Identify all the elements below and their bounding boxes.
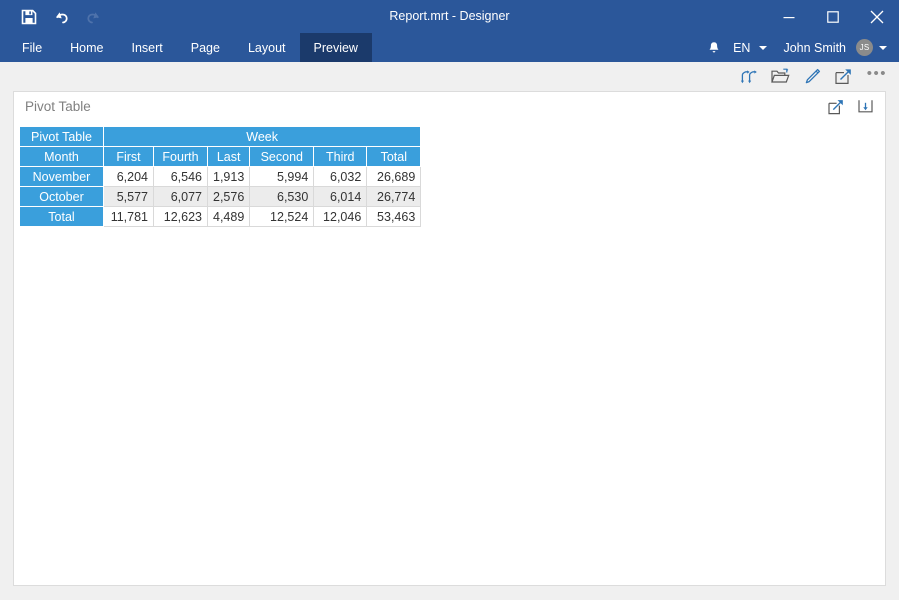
cell-total-first: 11,781	[104, 207, 154, 227]
redo-icon[interactable]	[82, 6, 104, 28]
column-header-fourth: Fourth	[154, 147, 208, 167]
save-icon[interactable]	[18, 6, 40, 28]
language-selector[interactable]: EN	[729, 41, 753, 55]
refresh-icon[interactable]	[739, 67, 758, 86]
tab-preview[interactable]: Preview	[300, 33, 372, 62]
designer-window: Report.mrt - Designer File Home	[0, 0, 899, 600]
column-header-total: Total	[367, 147, 421, 167]
cell-total-total: 53,463	[367, 207, 421, 227]
bell-icon[interactable]	[703, 37, 725, 59]
preview-toolbar: •••	[0, 62, 899, 91]
pivot-row-header-label: Month	[20, 147, 104, 167]
avatar[interactable]: JS	[856, 39, 873, 56]
table-row-corner: Pivot Table Week	[20, 127, 421, 147]
cell-november-first: 6,204	[104, 167, 154, 187]
table-row: October 5,577 6,077 2,576 6,530 6,014 26…	[20, 187, 421, 207]
tab-page[interactable]: Page	[177, 33, 234, 62]
maximize-button[interactable]	[811, 0, 855, 33]
window-controls	[767, 0, 899, 33]
cell-total-last: 4,489	[208, 207, 250, 227]
ribbon-right-controls: EN John Smith JS	[703, 33, 893, 62]
cell-november-total: 26,689	[367, 167, 421, 187]
table-row-header: Month First Fourth Last Second Third Tot…	[20, 147, 421, 167]
open-folder-icon[interactable]	[771, 67, 790, 86]
row-label-november: November	[20, 167, 104, 187]
close-button[interactable]	[855, 0, 899, 33]
table-row: November 6,204 6,546 1,913 5,994 6,032 2…	[20, 167, 421, 187]
report-page: Pivot Table	[13, 91, 886, 586]
cell-october-last: 2,576	[208, 187, 250, 207]
quick-access-toolbar	[0, 0, 104, 33]
user-chevron-down-icon[interactable]	[879, 46, 887, 50]
row-label-total: Total	[20, 207, 104, 227]
page-title: Pivot Table	[25, 99, 91, 114]
expand-icon[interactable]	[827, 98, 845, 116]
more-options-icon[interactable]: •••	[867, 69, 887, 85]
column-header-last: Last	[208, 147, 250, 167]
ribbon-tabs: File Home Insert Page Layout Preview	[0, 33, 372, 62]
minimize-button[interactable]	[767, 0, 811, 33]
fullscreen-icon[interactable]	[835, 67, 854, 86]
pivot-corner-label: Pivot Table	[20, 127, 104, 147]
cell-october-third: 6,014	[314, 187, 367, 207]
pivot-table: Pivot Table Week Month First Fourth Last…	[19, 126, 421, 227]
cell-october-fourth: 6,077	[154, 187, 208, 207]
panel-header: Pivot Table	[14, 92, 885, 125]
column-header-first: First	[104, 147, 154, 167]
window-title: Report.mrt - Designer	[0, 0, 899, 33]
cell-total-fourth: 12,623	[154, 207, 208, 227]
column-header-third: Third	[314, 147, 367, 167]
panel-header-icons	[827, 98, 874, 116]
row-label-october: October	[20, 187, 104, 207]
edit-pencil-icon[interactable]	[803, 67, 822, 86]
column-header-second: Second	[250, 147, 314, 167]
cell-october-first: 5,577	[104, 187, 154, 207]
cell-november-second: 5,994	[250, 167, 314, 187]
tab-home[interactable]: Home	[56, 33, 117, 62]
user-name-label[interactable]: John Smith	[783, 41, 846, 55]
tab-insert[interactable]: Insert	[118, 33, 177, 62]
undo-icon[interactable]	[50, 6, 72, 28]
preview-scroll-area: Pivot Table	[0, 91, 899, 600]
cell-november-last: 1,913	[208, 167, 250, 187]
tab-file[interactable]: File	[8, 33, 56, 62]
pivot-column-group-label: Week	[104, 127, 421, 147]
cell-total-third: 12,046	[314, 207, 367, 227]
cell-october-total: 26,774	[367, 187, 421, 207]
cell-november-third: 6,032	[314, 167, 367, 187]
table-row: Total 11,781 12,623 4,489 12,524 12,046 …	[20, 207, 421, 227]
language-chevron-down-icon[interactable]	[759, 46, 767, 50]
tab-layout[interactable]: Layout	[234, 33, 300, 62]
cell-november-fourth: 6,546	[154, 167, 208, 187]
cell-total-second: 12,524	[250, 207, 314, 227]
cell-october-second: 6,530	[250, 187, 314, 207]
title-bar: Report.mrt - Designer	[0, 0, 899, 33]
collapse-down-icon[interactable]	[856, 98, 874, 116]
ribbon-tab-bar: File Home Insert Page Layout Preview EN …	[0, 33, 899, 62]
